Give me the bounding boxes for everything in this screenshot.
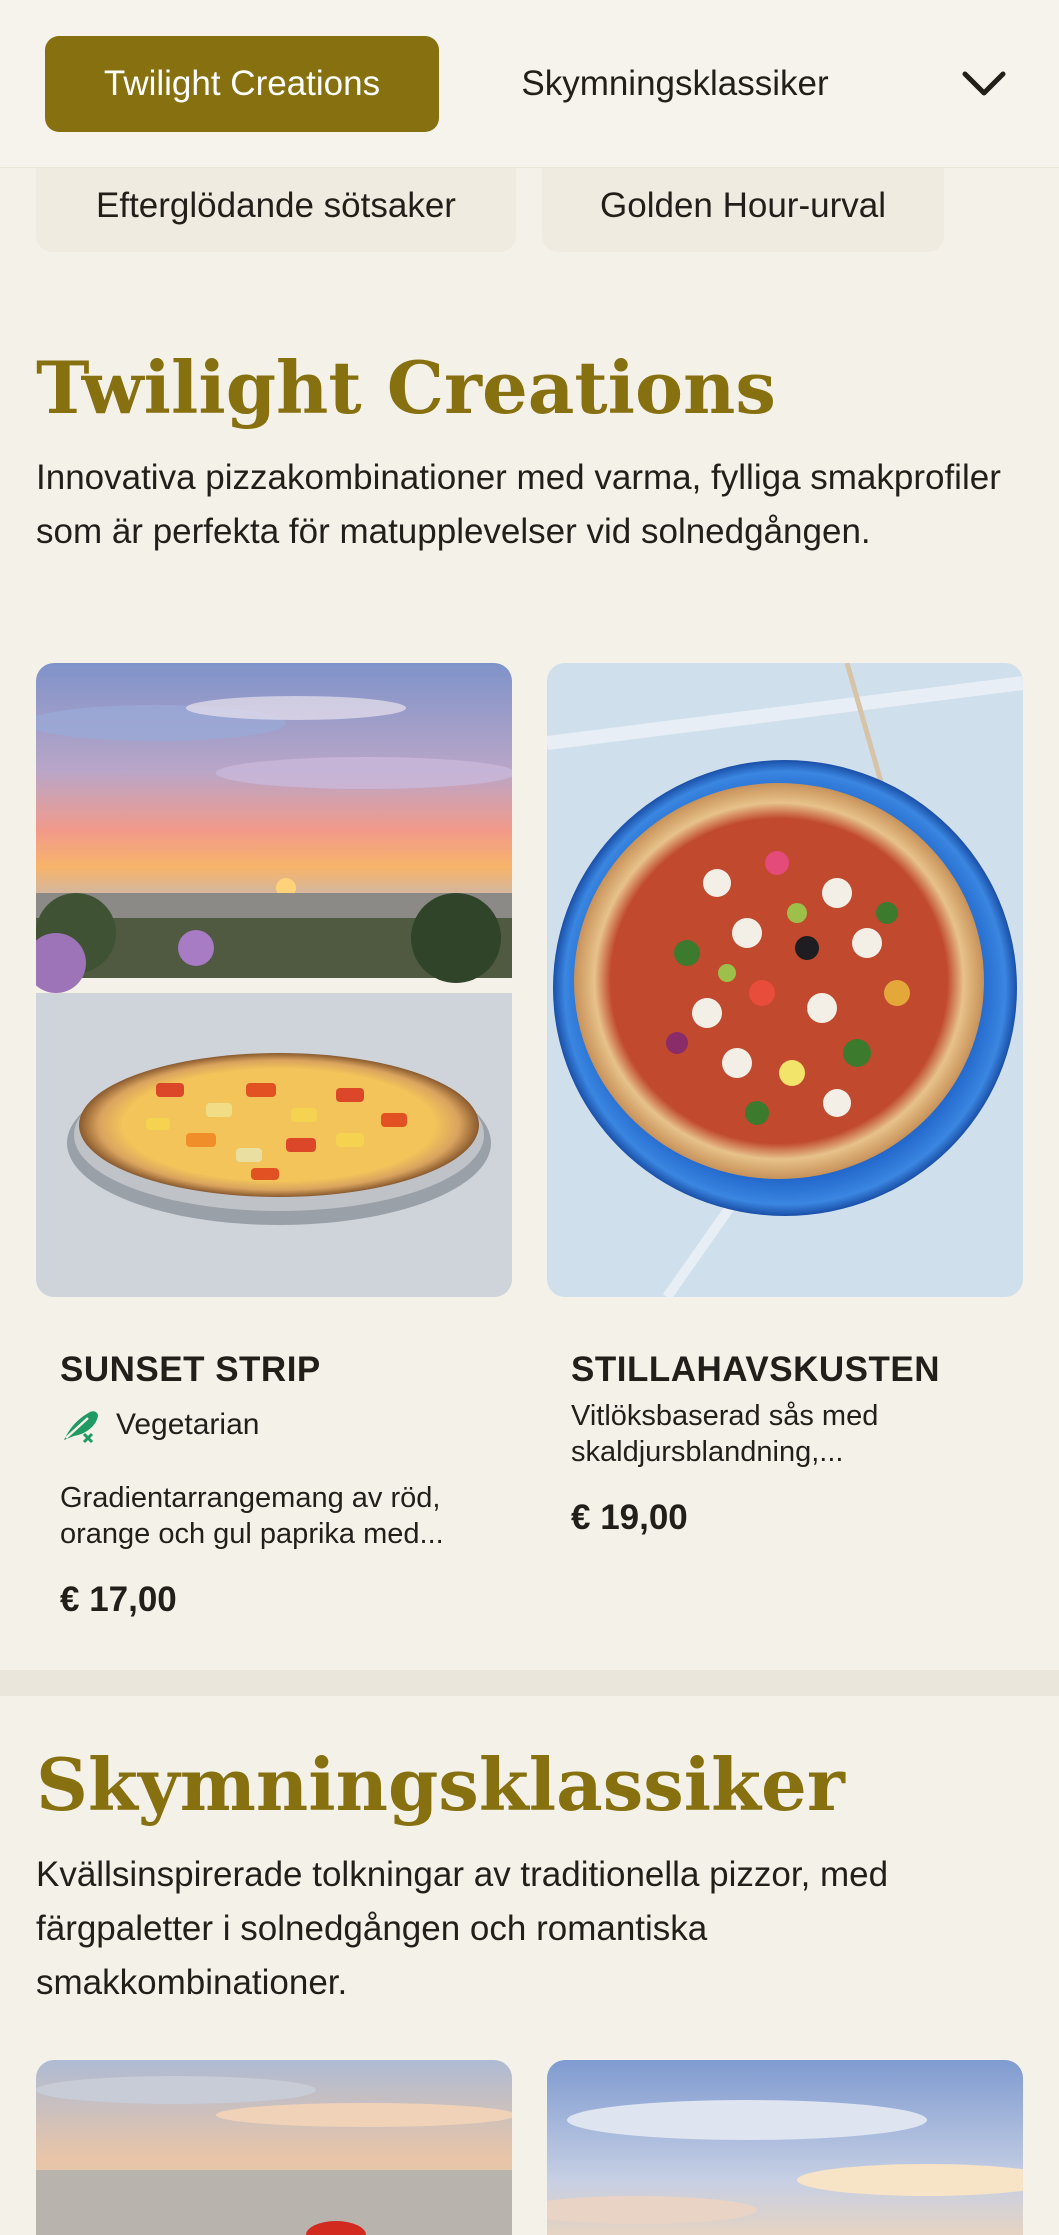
item-price: € 17,00 <box>60 1580 177 1619</box>
category-chip-golden-hour-urval[interactable]: Golden Hour-urval <box>542 160 944 252</box>
item-name: SUNSET STRIP <box>60 1350 321 1389</box>
section-title: Skymningsklassiker <box>36 1742 845 1827</box>
section-description: Innovativa pizzakombinationer med varma,… <box>36 458 1001 551</box>
pizza-image-sunset-strip[interactable] <box>36 663 512 1297</box>
menu-page: Twilight Creations Skymningsklassiker Ef… <box>0 0 1059 2235</box>
chevron-down-icon <box>962 71 1006 96</box>
tag-label: Vegetarian <box>116 1408 260 1441</box>
item-description: Vitlöksbaserad sås med skaldjursblandnin… <box>571 1400 879 1468</box>
category-chip-twilight-creations[interactable]: Twilight Creations <box>45 36 439 132</box>
section-description: Kvällsinspirerade tolkningar av traditio… <box>36 1855 889 2002</box>
pizza-image-stillahavskusten[interactable] <box>547 663 1023 1297</box>
item-description: Gradientarrangemang av röd, orange och g… <box>60 1482 444 1550</box>
vegetarian-tag: Vegetarian <box>60 1406 259 1444</box>
category-chip-skymningsklassiker[interactable]: Skymningsklassiker <box>470 36 880 132</box>
section-divider <box>0 1670 1059 1696</box>
category-chip-efterglodande-sotsaker[interactable]: Efterglödande sötsaker <box>36 160 516 252</box>
item-price: € 19,00 <box>571 1498 688 1537</box>
item-name: STILLAHAVSKUSTEN <box>571 1350 941 1389</box>
category-nav: Twilight Creations Skymningsklassiker <box>0 0 1059 168</box>
section-title: Twilight Creations <box>36 345 776 430</box>
pizza-image[interactable] <box>547 2060 1023 2235</box>
pizza-image[interactable] <box>36 2060 512 2235</box>
vegetarian-leaf-icon <box>64 1411 98 1444</box>
expand-categories-button[interactable] <box>948 52 1020 116</box>
